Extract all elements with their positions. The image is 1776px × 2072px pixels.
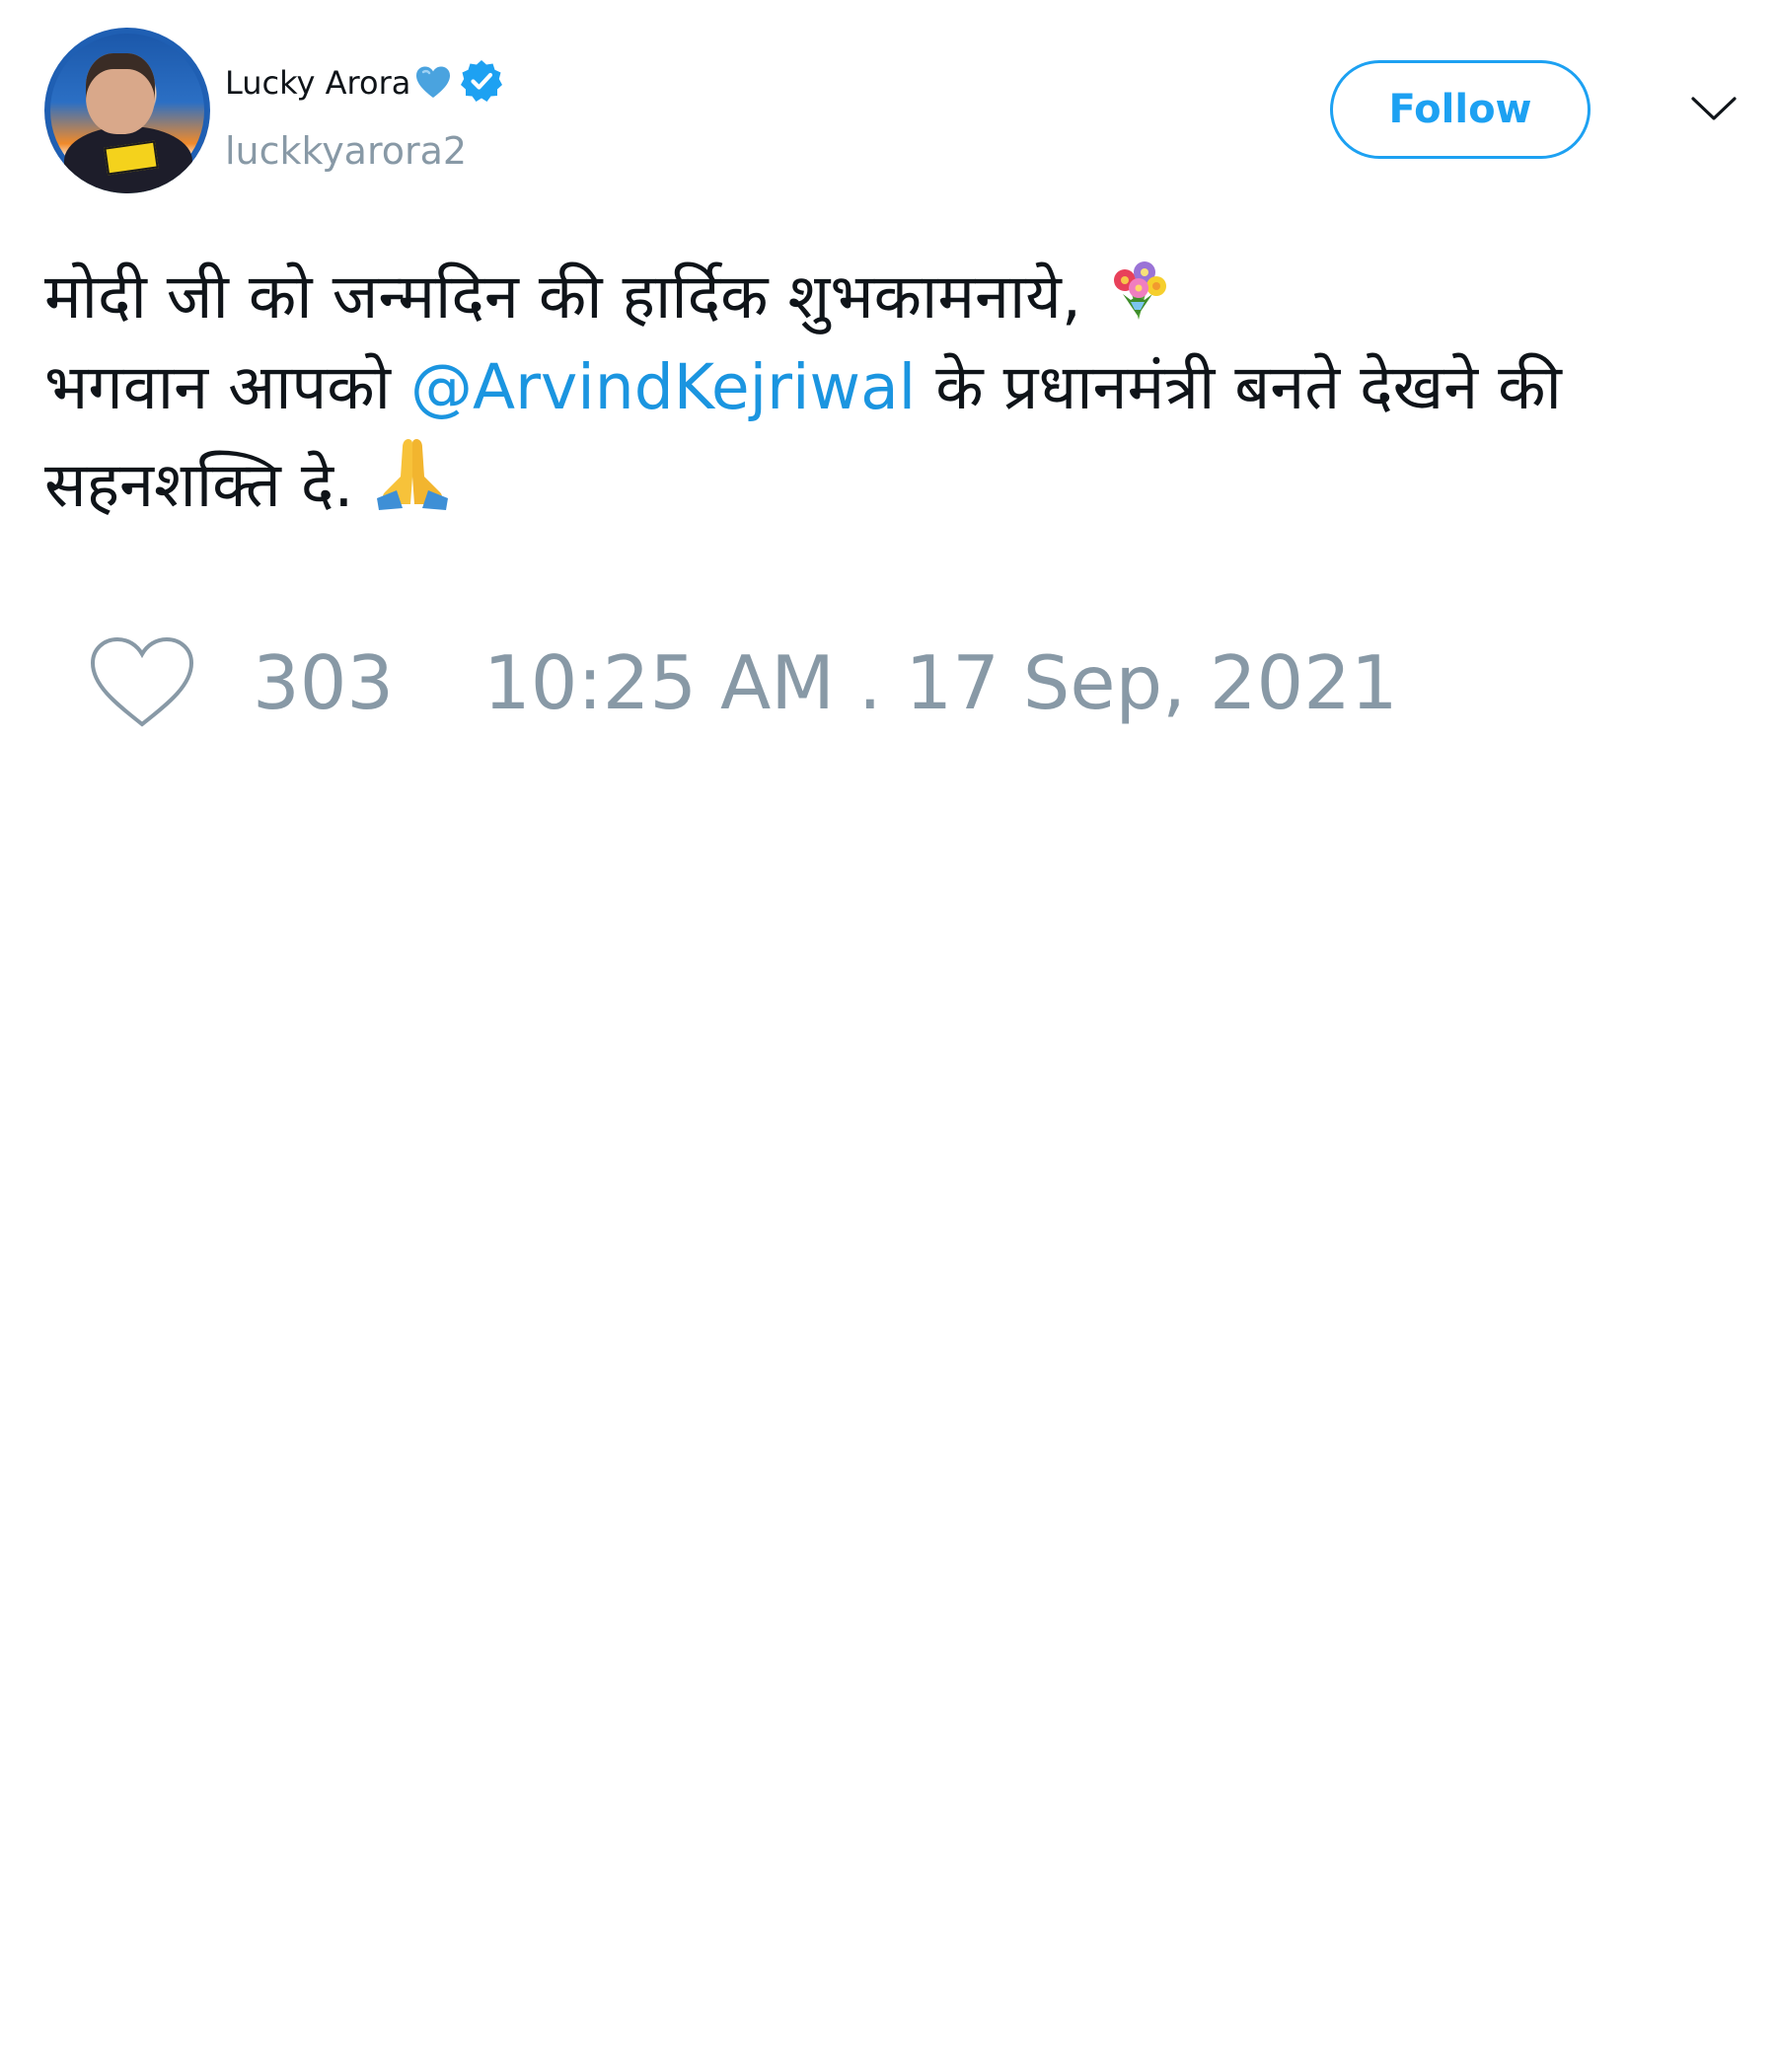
- follow-button[interactable]: Follow: [1330, 60, 1591, 159]
- avatar-face: [86, 53, 155, 134]
- tweet-text-line-2: भगवान आपको @ArvindKejriwal के प्रधानमंत्…: [44, 342, 1741, 433]
- heart-icon[interactable]: [89, 635, 195, 730]
- tweet-text: मोदी जी को जन्मदिन की हार्दिक शुभकामनाये…: [44, 251, 1741, 531]
- tweet-text-segment: के प्रधानमंत्री बनते देखने की: [916, 351, 1562, 423]
- tweet-text-segment: भगवान आपको: [44, 351, 410, 423]
- tweet-text-segment: सहनशक्ति दे.: [44, 449, 374, 521]
- chevron-down-icon[interactable]: [1689, 91, 1739, 126]
- folded-hands-icon: [377, 439, 449, 510]
- author-display-name[interactable]: Lucky Arora: [225, 63, 410, 103]
- mention-link[interactable]: @ArvindKejriwal: [410, 351, 916, 423]
- author-handle[interactable]: luckkyarora2: [225, 128, 467, 174]
- bouquet-icon: [1113, 261, 1166, 320]
- verified-badge-icon: [461, 60, 502, 102]
- avatar[interactable]: [44, 28, 210, 193]
- blue-heart-icon: [416, 66, 450, 98]
- like-count: 303: [253, 639, 395, 726]
- tweet-card: Lucky Arora luckkyarora2 Follow मोदी जी …: [0, 0, 1776, 2072]
- tweet-text-line-1: मोदी जी को जन्मदिन की हार्दिक शुभकामनाये…: [44, 251, 1741, 342]
- tweet-text-line-3: सहनशक्ति दे.: [44, 433, 1741, 531]
- tweet-timestamp[interactable]: 10:25 AM . 17 Sep, 2021: [483, 641, 1398, 724]
- tweet-text-segment: मोदी जी को जन्मदिन की हार्दिक शुभकामनाये…: [44, 260, 1101, 333]
